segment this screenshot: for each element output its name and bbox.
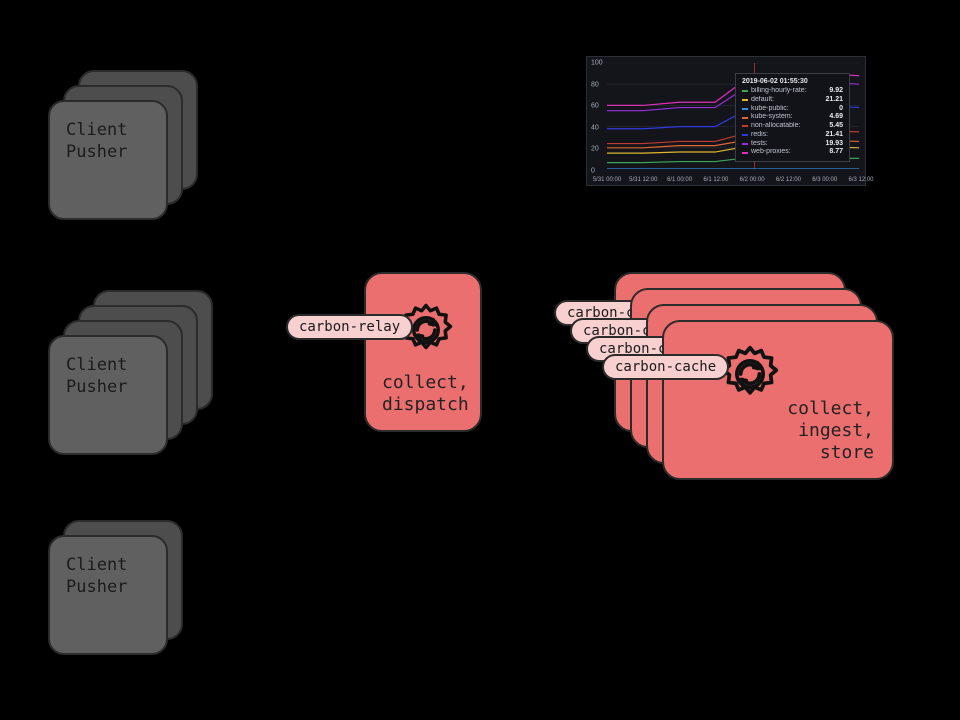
chart-tooltip-row: web-proxies:8.77	[742, 148, 843, 157]
legend-value: 0	[839, 105, 843, 114]
carbon-relay-tag: carbon-relay	[286, 314, 413, 340]
client-label-line1: Client	[66, 555, 127, 575]
chart-xtick: 5/31 12:00	[629, 177, 657, 183]
cache-desc-line2: ingest,	[798, 420, 874, 441]
legend-swatch	[742, 125, 748, 127]
legend-name: billing-hourly-rate:	[751, 87, 826, 96]
legend-value: 19.93	[825, 140, 843, 149]
gear-icon	[720, 344, 780, 404]
chart-xtick: 5/31 00:00	[593, 177, 621, 183]
legend-value: 9.92	[829, 87, 843, 96]
chart-xtick: 6/3 00:00	[812, 177, 837, 183]
legend-name: tests:	[751, 140, 822, 149]
legend-name: kube-system:	[751, 113, 826, 122]
legend-name: web-proxies:	[751, 148, 826, 157]
client-label-line1: Client	[66, 120, 127, 140]
relay-desc-line2: dispatch	[382, 394, 469, 415]
chart-panel: 0 20 40 60 80 100 5/31 00:00 5/31 12:00 6/1 00:…	[586, 56, 866, 186]
legend-value: 5.45	[829, 122, 843, 131]
legend-name: kube-public:	[751, 105, 836, 114]
cache-desc-line3: store	[820, 442, 874, 463]
chart-ytick: 80	[591, 81, 599, 88]
legend-swatch	[742, 134, 748, 136]
relay-desc-line1: collect,	[382, 372, 469, 393]
client-card-front: Client Pusher	[48, 335, 168, 455]
chart-ytick: 100	[591, 60, 603, 67]
legend-value: 21.41	[825, 131, 843, 140]
client-label-line2: Pusher	[66, 577, 127, 597]
carbon-cache-box-front: collect, ingest, store	[662, 320, 894, 480]
chart-ytick: 40	[591, 124, 599, 131]
legend-swatch	[742, 108, 748, 110]
chart-tooltip-row: redis:21.41	[742, 131, 843, 140]
legend-name: redis:	[751, 131, 822, 140]
legend-swatch	[742, 143, 748, 145]
client-card-front: Client Pusher	[48, 535, 168, 655]
cache-desc-line1: collect,	[787, 398, 874, 419]
client-label-line2: Pusher	[66, 377, 127, 397]
legend-name: non-allocatable:	[751, 122, 826, 131]
chart-tooltip-row: non-allocatable:5.45	[742, 122, 843, 131]
chart-xtick: 6/1 00:00	[667, 177, 692, 183]
carbon-cache-tag-front: carbon-cache	[602, 354, 729, 380]
client-card-front: Client Pusher	[48, 100, 168, 220]
legend-swatch	[742, 99, 748, 101]
chart-tooltip-row: billing-hourly-rate:9.92	[742, 87, 843, 96]
chart-xtick: 6/2 12:00	[776, 177, 801, 183]
chart-tooltip-row: default:21.21	[742, 96, 843, 105]
legend-value: 4.69	[829, 113, 843, 122]
chart-ytick: 20	[591, 146, 599, 153]
chart-tooltip-row: kube-public:0	[742, 105, 843, 114]
legend-swatch	[742, 117, 748, 119]
diagram-stage: Client Pusher Client Pusher Client Pushe…	[0, 0, 960, 720]
legend-value: 21.21	[825, 96, 843, 105]
chart-tooltip-row: tests:19.93	[742, 140, 843, 149]
carbon-relay-box: collect, dispatch	[364, 272, 482, 432]
carbon-relay-tag-text: carbon-relay	[299, 319, 400, 335]
carbon-cache-tag-text: carbon-cache	[615, 359, 716, 375]
client-label-line2: Pusher	[66, 142, 127, 162]
chart-ytick: 60	[591, 103, 599, 110]
client-label-line1: Client	[66, 355, 127, 375]
chart-ytick: 0	[591, 168, 595, 175]
chart-tooltip-row: kube-system:4.69	[742, 113, 843, 122]
chart-xtick: 6/2 00:00	[740, 177, 765, 183]
chart-tooltip: 2019-06-02 01:55:30 billing-hourly-rate:…	[735, 73, 850, 162]
legend-swatch	[742, 90, 748, 92]
legend-name: default:	[751, 96, 822, 105]
legend-value: 8.77	[829, 148, 843, 157]
chart-xtick: 6/1 12:00	[703, 177, 728, 183]
legend-swatch	[742, 152, 748, 154]
chart-tooltip-title: 2019-06-02 01:55:30	[742, 78, 843, 85]
chart-xtick: 6/3 12:00	[848, 177, 873, 183]
